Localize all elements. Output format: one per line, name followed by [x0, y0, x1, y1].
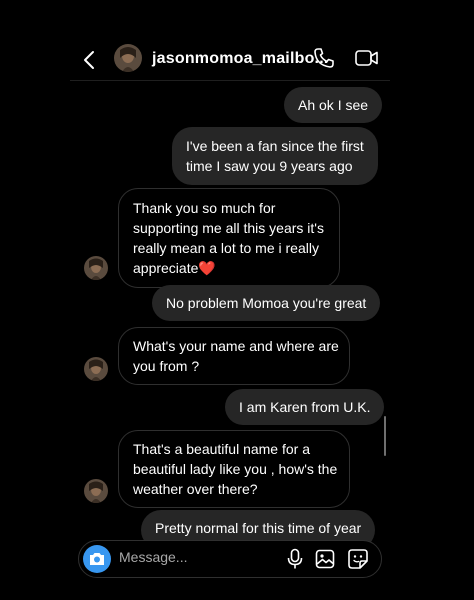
message-text: Pretty normal for this time of year	[155, 520, 362, 536]
message-outgoing[interactable]: No problem Momoa you're great	[152, 285, 381, 321]
message-line: weather over there?	[133, 481, 258, 497]
chat-header: jasonmomoa_mailbo...	[70, 40, 390, 80]
message-outgoing[interactable]: I've been a fan since the first time I s…	[172, 127, 378, 185]
message-line: That's a beautiful name for a	[133, 441, 310, 457]
header-divider	[70, 80, 390, 81]
chat-username[interactable]: jasonmomoa_mailbo...	[152, 50, 328, 68]
sender-avatar[interactable]	[84, 256, 108, 280]
message-incoming[interactable]: That's a beautiful name for a beautiful …	[118, 430, 350, 508]
message-line: really mean a lot to me i really	[133, 240, 319, 256]
message-composer: Message...	[78, 540, 382, 578]
phone-icon	[314, 48, 334, 68]
camera-button[interactable]	[83, 545, 111, 573]
back-button[interactable]	[78, 48, 102, 72]
image-icon	[315, 549, 335, 569]
message-text: No problem Momoa you're great	[166, 295, 367, 311]
heart-emoji: ❤️	[198, 260, 216, 276]
message-line: you from ?	[133, 358, 200, 374]
sender-avatar[interactable]	[84, 357, 108, 381]
voice-call-button[interactable]	[312, 46, 336, 70]
message-incoming[interactable]: What's your name and where are you from …	[118, 327, 350, 385]
message-input[interactable]: Message...	[119, 549, 269, 569]
chevron-left-icon	[84, 51, 94, 69]
message-line: beautiful lady like you , how's the	[133, 461, 338, 477]
microphone-icon	[287, 548, 303, 569]
message-text: I am Karen from U.K.	[239, 399, 371, 415]
message-line: I've been a fan since the first	[186, 138, 364, 154]
sticker-button[interactable]	[347, 548, 369, 570]
video-camera-icon	[355, 50, 378, 66]
sticker-icon	[348, 549, 368, 569]
message-line: time I saw you 9 years ago	[186, 158, 353, 174]
message-line: What's your name and where are	[133, 338, 339, 354]
voice-message-button[interactable]	[285, 548, 305, 570]
scrollbar[interactable]	[384, 416, 386, 456]
message-outgoing[interactable]: I am Karen from U.K.	[225, 389, 385, 425]
camera-icon	[90, 553, 104, 565]
message-line: appreciate	[133, 260, 199, 276]
message-outgoing[interactable]: Ah ok I see	[284, 87, 383, 123]
header-avatar[interactable]	[114, 44, 142, 72]
gallery-button[interactable]	[315, 548, 335, 570]
message-line: supporting me all this years it's	[133, 220, 324, 236]
video-call-button[interactable]	[354, 46, 380, 70]
message-line: Thank you so much for	[133, 200, 276, 216]
message-incoming[interactable]: Thank you so much for supporting me all …	[118, 188, 340, 288]
sender-avatar[interactable]	[84, 479, 108, 503]
message-text: Ah ok I see	[298, 97, 369, 113]
